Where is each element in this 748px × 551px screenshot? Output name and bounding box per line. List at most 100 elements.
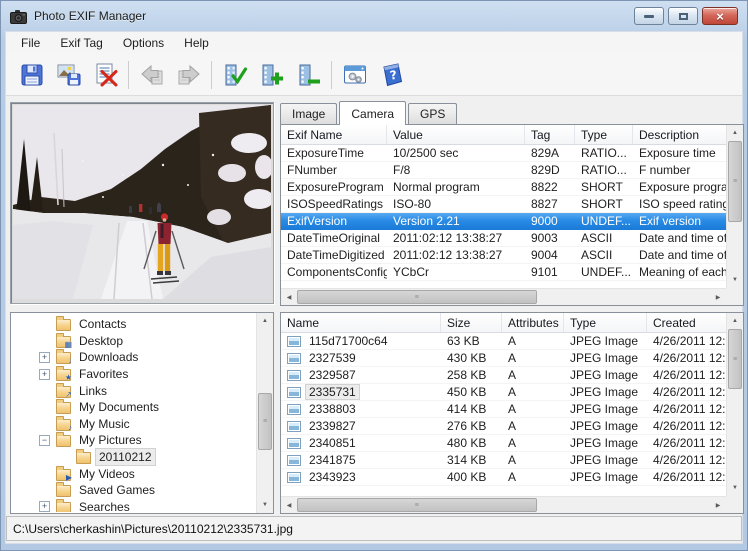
- delete-exif-button[interactable]: [87, 57, 124, 93]
- file-row[interactable]: 2343923400 KBAJPEG Image4/26/2011 12:: [281, 469, 726, 486]
- close-button[interactable]: ×: [702, 7, 738, 25]
- scroll-down-icon[interactable]: ▼: [727, 272, 743, 288]
- save-picture-button[interactable]: [50, 57, 87, 93]
- tree-item[interactable]: Contacts: [11, 316, 256, 333]
- scroll-left-icon[interactable]: ◀: [281, 289, 297, 305]
- scroll-up-icon[interactable]: ▲: [727, 125, 743, 141]
- vertical-scrollbar[interactable]: ▲ ≡ ▼: [726, 125, 743, 288]
- exif-cell: Exposure progra: [633, 179, 726, 195]
- toolbar-separator: [331, 61, 332, 89]
- column-header[interactable]: Name: [281, 313, 441, 332]
- expand-icon[interactable]: +: [39, 352, 50, 363]
- tree-item-label: Searches: [76, 499, 133, 512]
- favorites-folder-icon: ★: [56, 369, 71, 381]
- exif-row[interactable]: ISOSpeedRatingsISO-808827SHORTISO speed …: [281, 196, 726, 213]
- save-button[interactable]: [13, 57, 50, 93]
- image-file-icon: [287, 438, 301, 449]
- scroll-left-icon[interactable]: ◀: [281, 497, 297, 513]
- tree-item[interactable]: ↗Links: [11, 382, 256, 399]
- menu-file[interactable]: File: [11, 33, 50, 53]
- tree-item[interactable]: Saved Games: [11, 482, 256, 499]
- scrollbar-thumb[interactable]: ≡: [728, 141, 742, 222]
- exif-row[interactable]: ExposureProgramNormal program8822SHORTEx…: [281, 179, 726, 196]
- scroll-right-icon[interactable]: ▶: [710, 289, 726, 305]
- exif-row[interactable]: ComponentsConfig...YCbCr9101UNDEF...Mean…: [281, 264, 726, 281]
- menu-exif-tag[interactable]: Exif Tag: [50, 33, 112, 53]
- status-path: C:\Users\cherkashin\Pictures\20110212\23…: [13, 522, 293, 536]
- exif-row[interactable]: ExposureTime10/2500 sec829ARATIO...Expos…: [281, 145, 726, 162]
- file-cell: 276 KB: [441, 418, 502, 434]
- exif-cell: 9000: [525, 213, 575, 229]
- expand-icon[interactable]: +: [39, 501, 50, 512]
- column-header[interactable]: Exif Name: [281, 125, 387, 144]
- next-image-button[interactable]: [170, 57, 207, 93]
- scrollbar-thumb[interactable]: ≡: [728, 329, 742, 389]
- exif-tabs: Image Camera GPS: [280, 100, 459, 124]
- scroll-down-icon[interactable]: ▼: [257, 497, 273, 513]
- exif-row[interactable]: DateTimeOriginal2011:02:12 13:38:279003A…: [281, 230, 726, 247]
- image-file-icon: [287, 370, 301, 381]
- scrollbar-thumb[interactable]: ≡: [258, 393, 272, 450]
- scrollbar-thumb[interactable]: ≡: [297, 498, 537, 512]
- column-header[interactable]: Tag: [525, 125, 575, 144]
- tree-item[interactable]: −My Pictures: [11, 432, 256, 449]
- add-tag-button[interactable]: [253, 57, 290, 93]
- menu-help[interactable]: Help: [174, 33, 219, 53]
- column-header[interactable]: Type: [564, 313, 647, 332]
- remove-tag-button[interactable]: [290, 57, 327, 93]
- minimize-button[interactable]: [634, 7, 664, 25]
- file-row[interactable]: 115d71700c6463 KBAJPEG Image4/26/2011 12…: [281, 333, 726, 350]
- file-cell: 430 KB: [441, 350, 502, 366]
- exif-row[interactable]: ExifVersionVersion 2.219000UNDEF...Exif …: [281, 213, 726, 230]
- tab-camera[interactable]: Camera: [339, 101, 406, 125]
- menu-options[interactable]: Options: [113, 33, 174, 53]
- horizontal-scrollbar[interactable]: ◀ ≡ ▶: [281, 496, 726, 513]
- maximize-button[interactable]: [668, 7, 698, 25]
- scroll-up-icon[interactable]: ▲: [727, 313, 743, 329]
- verify-tags-button[interactable]: [216, 57, 253, 93]
- tree-item[interactable]: + Searches: [11, 499, 256, 512]
- exif-row[interactable]: DateTimeDigitized2011:02:12 13:38:279004…: [281, 247, 726, 264]
- options-button[interactable]: [336, 57, 373, 93]
- vertical-scrollbar[interactable]: ▲ ≡ ▼: [726, 313, 743, 496]
- tree-item[interactable]: +★Favorites: [11, 366, 256, 383]
- exif-cell: Exif version: [633, 213, 726, 229]
- titlebar[interactable]: Photo EXIF Manager ×: [1, 1, 747, 31]
- tab-image[interactable]: Image: [280, 103, 337, 124]
- scroll-right-icon[interactable]: ▶: [710, 497, 726, 513]
- tree-item[interactable]: My Documents: [11, 399, 256, 416]
- column-header[interactable]: Attributes: [502, 313, 564, 332]
- file-row[interactable]: 2329587258 KBAJPEG Image4/26/2011 12:: [281, 367, 726, 384]
- previous-image-button[interactable]: [133, 57, 170, 93]
- tab-gps[interactable]: GPS: [408, 103, 457, 124]
- column-header[interactable]: Size: [441, 313, 502, 332]
- vertical-scrollbar[interactable]: ▲ ≡ ▼: [256, 313, 273, 513]
- tree-item[interactable]: +↓Downloads: [11, 349, 256, 366]
- collapse-icon[interactable]: −: [39, 435, 50, 446]
- exif-cell: ISOSpeedRatings: [281, 196, 387, 212]
- horizontal-scrollbar[interactable]: ◀ ≡ ▶: [281, 288, 726, 305]
- file-row[interactable]: 2341875314 KBAJPEG Image4/26/2011 12:: [281, 452, 726, 469]
- tree-item[interactable]: ♪My Music: [11, 416, 256, 433]
- file-row[interactable]: 2339827276 KBAJPEG Image4/26/2011 12:: [281, 418, 726, 435]
- file-row[interactable]: 2335731450 KBAJPEG Image4/26/2011 12:: [281, 384, 726, 401]
- column-header[interactable]: Type: [575, 125, 633, 144]
- tree-item[interactable]: ▶My Videos: [11, 465, 256, 482]
- column-header[interactable]: Value: [387, 125, 525, 144]
- file-cell: A: [502, 469, 564, 485]
- scroll-up-icon[interactable]: ▲: [257, 313, 273, 329]
- scrollbar-thumb[interactable]: ≡: [297, 290, 537, 304]
- exif-cell: Exposure time: [633, 145, 726, 161]
- expand-icon[interactable]: +: [39, 369, 50, 380]
- help-button[interactable]: ?: [373, 57, 410, 93]
- tree-item[interactable]: ▦Desktop: [11, 333, 256, 350]
- scroll-down-icon[interactable]: ▼: [727, 480, 743, 496]
- file-row[interactable]: 2338803414 KBAJPEG Image4/26/2011 12:: [281, 401, 726, 418]
- tree-item[interactable]: 20110212: [11, 449, 256, 466]
- exif-row[interactable]: FNumberF/8829DRATIO...F number: [281, 162, 726, 179]
- exif-table-header: Exif Name Value Tag Type Description: [281, 125, 743, 145]
- file-cell: 4/26/2011 12:: [647, 367, 726, 383]
- file-row[interactable]: 2327539430 KBAJPEG Image4/26/2011 12:: [281, 350, 726, 367]
- file-name: 2329587: [306, 368, 359, 382]
- file-row[interactable]: 2340851480 KBAJPEG Image4/26/2011 12:: [281, 435, 726, 452]
